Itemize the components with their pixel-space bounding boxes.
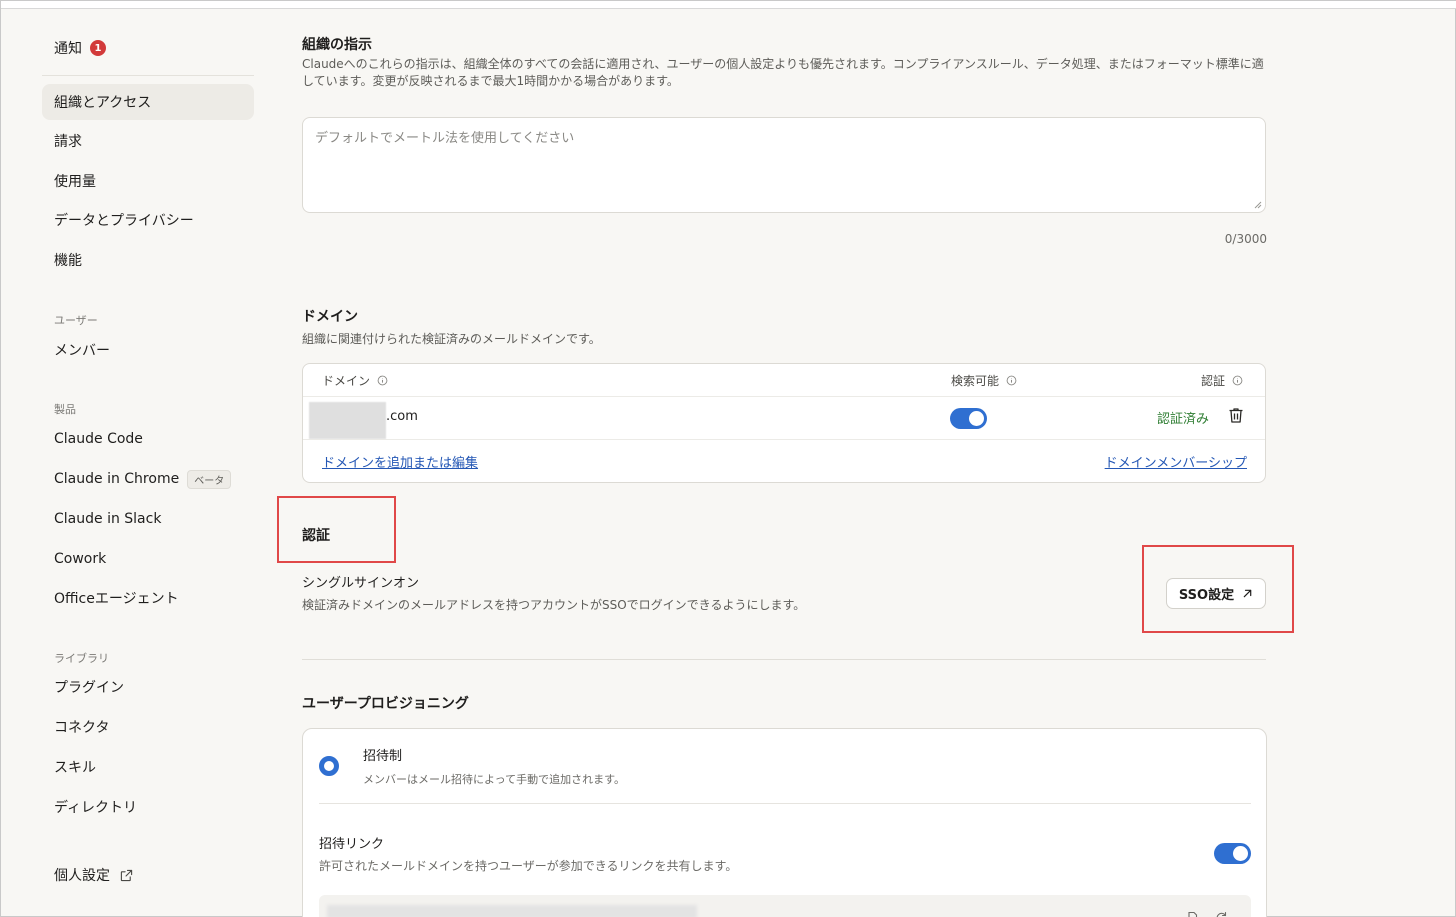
- sidebar-item-connectors[interactable]: コネクタ: [42, 709, 254, 745]
- sidebar-item-label: Claude in Chrome: [54, 471, 180, 487]
- sidebar-item-label: 通知: [54, 41, 82, 57]
- domains-description: 組織に関連付けられた検証済みのメールドメインです。: [302, 332, 601, 346]
- toggle-knob: [969, 411, 984, 426]
- sidebar-item-members[interactable]: メンバー: [42, 332, 254, 368]
- section-title-provisioning: ユーザープロビジョニング: [302, 696, 469, 712]
- beta-badge: ベータ: [187, 469, 232, 489]
- domains-table: ドメイン 検索可能 認証 .com 認証済み ドメインを追加または編集 ドメイン…: [302, 363, 1266, 483]
- column-header-label: 認証: [1201, 374, 1226, 388]
- provisioning-card: 招待制 メンバーはメール招待によって手動で追加されます。 招待リンク 許可された…: [302, 728, 1267, 917]
- column-header-domain: ドメイン: [322, 372, 388, 389]
- column-header-verification: 認証: [1201, 372, 1243, 389]
- invite-link-description: 許可されたメールドメインを持つユーザーが参加できるリンクを共有します。: [319, 859, 738, 873]
- table-divider: [303, 439, 1265, 440]
- sidebar-item-label: Claude Code: [54, 431, 143, 447]
- sidebar-divider: [42, 75, 254, 76]
- sidebar-item-billing[interactable]: 請求: [42, 123, 254, 159]
- sidebar-item-organization-access[interactable]: 組織とアクセス: [42, 84, 254, 120]
- external-link-icon: [120, 869, 133, 881]
- sidebar-item-label: データとプライバシー: [54, 213, 194, 229]
- resize-grip-icon[interactable]: [1252, 199, 1262, 209]
- verification-status: 認証済み: [1157, 412, 1210, 427]
- sidebar-item-label: プラグイン: [54, 680, 124, 696]
- add-edit-domain-link[interactable]: ドメインを追加または編集: [322, 452, 478, 471]
- sidebar-item-label: ディレクトリ: [54, 800, 138, 816]
- sidebar-item-label: Cowork: [54, 551, 107, 567]
- sidebar-item-plugins[interactable]: プラグイン: [42, 669, 254, 705]
- instructions-textarea[interactable]: デフォルトでメートル法を使用してください: [302, 117, 1266, 213]
- sidebar-item-personal-settings[interactable]: 個人設定: [42, 857, 254, 893]
- invite-link-title: 招待リンク: [319, 837, 385, 852]
- sidebar-section-products: 製品: [54, 403, 76, 416]
- sidebar-item-label: 組織とアクセス: [54, 95, 152, 111]
- sidebar-item-skills[interactable]: スキル: [42, 749, 254, 785]
- sidebar-item-label: Officeエージェント: [54, 591, 179, 607]
- toggle-knob: [1233, 846, 1248, 861]
- section-divider: [302, 659, 1266, 660]
- section-title-instructions: 組織の指示: [302, 37, 372, 53]
- info-icon[interactable]: [1232, 375, 1243, 386]
- info-icon[interactable]: [377, 375, 388, 386]
- settings-sidebar: 通知 1 組織とアクセス 請求 使用量 データとプライバシー 機能 ユーザー メ…: [42, 1, 254, 917]
- highlight-box-authentication: [277, 496, 396, 563]
- column-header-searchable: 検索可能: [951, 372, 1017, 389]
- info-icon[interactable]: [1006, 375, 1017, 386]
- highlight-box-sso-button: [1142, 545, 1294, 633]
- invite-link-field[interactable]: [319, 895, 1251, 917]
- notification-count-badge: 1: [90, 40, 106, 56]
- redacted-domain-name: [309, 402, 386, 439]
- sidebar-item-label: スキル: [54, 760, 96, 776]
- sidebar-item-claude-code[interactable]: Claude Code: [42, 421, 254, 457]
- invite-link-toggle[interactable]: [1214, 843, 1251, 864]
- invite-only-title: 招待制: [363, 749, 403, 764]
- instructions-description: Claudeへのこれらの指示は、組織全体のすべての会話に適用され、ユーザーの個人…: [302, 57, 1264, 88]
- sidebar-item-label: コネクタ: [54, 720, 110, 736]
- sso-description: 検証済みドメインのメールアドレスを持つアカウントがSSOでログインできるようにし…: [302, 598, 806, 612]
- sidebar-item-label: メンバー: [54, 343, 110, 359]
- sidebar-item-label: 使用量: [54, 174, 96, 190]
- option-divider: [319, 803, 1251, 804]
- settings-main: 組織の指示 Claudeへのこれらの指示は、組織全体のすべての会話に適用され、ユ…: [302, 1, 1267, 917]
- sidebar-section-library: ライブラリ: [54, 652, 109, 665]
- redacted-invite-link: [327, 905, 697, 917]
- sidebar-section-users: ユーザー: [54, 314, 98, 327]
- instructions-placeholder: デフォルトでメートル法を使用してください: [315, 131, 575, 146]
- sidebar-item-data-privacy[interactable]: データとプライバシー: [42, 202, 254, 238]
- section-title-domains: ドメイン: [302, 309, 358, 325]
- column-header-label: 検索可能: [951, 374, 1000, 388]
- sidebar-item-office-agent[interactable]: Officeエージェント: [42, 580, 254, 616]
- refresh-icon[interactable]: [1215, 911, 1228, 917]
- sidebar-item-label: 請求: [54, 134, 82, 150]
- sidebar-item-claude-in-chrome[interactable]: Claude in Chrome ベータ: [42, 461, 254, 497]
- domain-membership-link[interactable]: ドメインメンバーシップ: [1105, 452, 1247, 471]
- sidebar-item-directory[interactable]: ディレクトリ: [42, 789, 254, 825]
- trash-icon[interactable]: [1228, 407, 1244, 424]
- sidebar-item-cowork[interactable]: Cowork: [42, 541, 254, 577]
- character-counter: 0/3000: [1224, 232, 1267, 246]
- sidebar-item-label: 機能: [54, 253, 82, 269]
- sidebar-item-label: 個人設定: [54, 868, 110, 884]
- searchable-toggle[interactable]: [950, 408, 987, 429]
- domain-name-suffix: .com: [386, 409, 418, 424]
- invite-only-description: メンバーはメール招待によって手動で追加されます。: [363, 773, 626, 786]
- sso-title: シングルサインオン: [302, 576, 420, 591]
- invite-only-radio[interactable]: [319, 756, 339, 776]
- sidebar-item-features[interactable]: 機能: [42, 242, 254, 278]
- table-divider: [303, 396, 1265, 397]
- sidebar-item-claude-in-slack[interactable]: Claude in Slack: [42, 501, 254, 537]
- sidebar-item-label: Claude in Slack: [54, 511, 162, 527]
- copy-icon[interactable]: [1185, 911, 1198, 917]
- sidebar-item-usage[interactable]: 使用量: [42, 163, 254, 199]
- column-header-label: ドメイン: [322, 374, 371, 388]
- sidebar-item-notifications[interactable]: 通知 1: [42, 30, 254, 66]
